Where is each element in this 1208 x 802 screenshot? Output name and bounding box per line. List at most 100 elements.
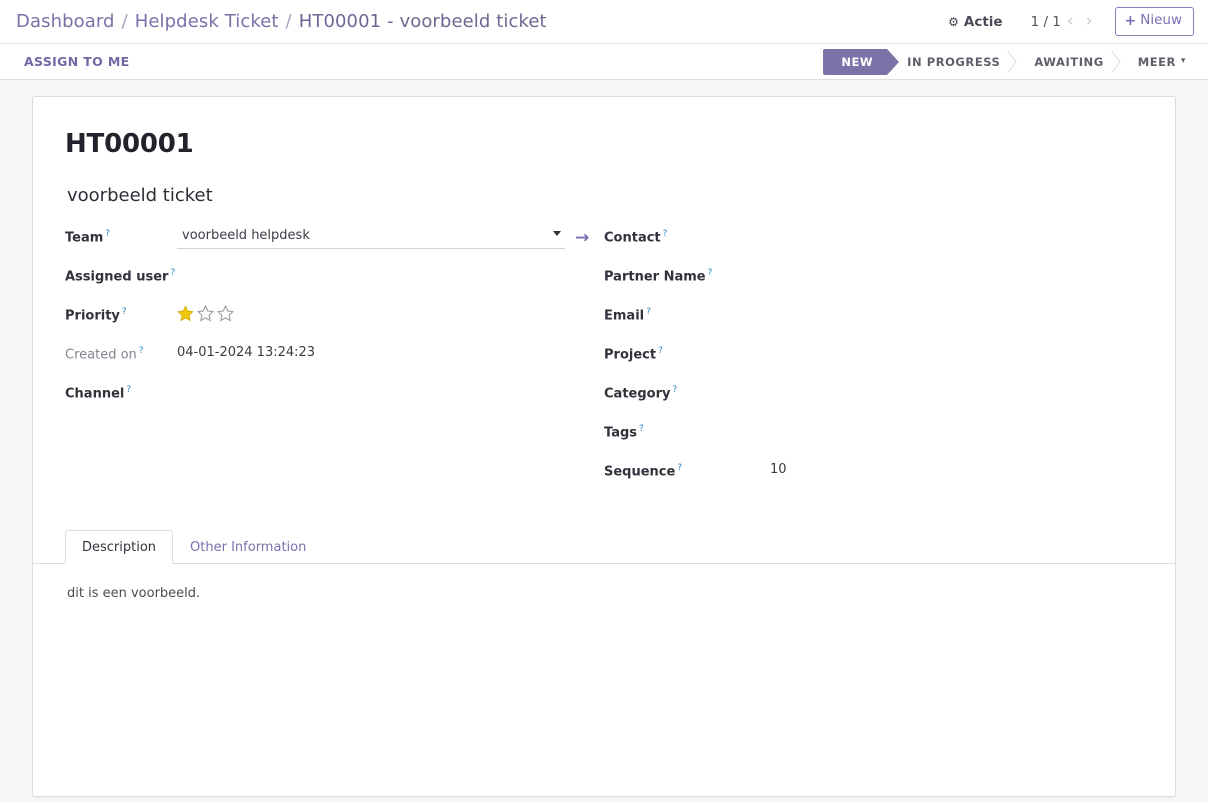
help-marker-icon[interactable]: ? (663, 229, 668, 239)
label-text: Team (65, 230, 103, 245)
control-bar: ASSIGN TO ME NEW IN PROGRESS AWAITING ME… (0, 44, 1208, 80)
field-value-assigned-user[interactable] (177, 263, 604, 285)
field-label-assigned-user: Assigned user? (65, 263, 177, 284)
priority-stars (177, 305, 604, 322)
form-column-right: Contact? Partner Name? Email? (604, 224, 1143, 497)
label-text: Channel (65, 386, 124, 401)
field-sequence: Sequence? 10 (604, 458, 1143, 497)
top-bar-controls: ⚙ Actie 1 / 1 ‹ › + Nieuw (942, 7, 1194, 36)
field-category: Category? (604, 380, 1143, 419)
breadcrumb: Dashboard / Helpdesk Ticket / HT00001 - … (16, 11, 547, 32)
help-marker-icon[interactable]: ? (105, 229, 110, 239)
field-value-team: voorbeeld helpdesk → (177, 224, 604, 249)
notebook-tabs: Description Other Information (33, 529, 1175, 564)
help-marker-icon[interactable]: ? (658, 346, 663, 356)
label-text: Contact (604, 230, 661, 245)
field-label-sequence: Sequence? (604, 458, 724, 479)
stage-awaiting[interactable]: AWAITING (1014, 49, 1117, 75)
new-record-label: Nieuw (1140, 14, 1182, 28)
field-tags: Tags? (604, 419, 1143, 458)
field-label-category: Category? (604, 380, 724, 401)
label-text: Email (604, 308, 644, 323)
field-value-project[interactable] (724, 341, 1143, 363)
field-priority: Priority? (65, 302, 604, 341)
star-empty-icon[interactable] (217, 305, 234, 322)
field-team: Team? voorbeeld helpdesk → (65, 224, 604, 263)
breadcrumb-separator: / (122, 11, 128, 32)
label-text: Created on (65, 347, 137, 362)
breadcrumb-item-current: HT00001 - voorbeeld ticket (299, 11, 547, 32)
stage-label: NEW (841, 55, 873, 69)
help-marker-icon[interactable]: ? (139, 346, 144, 356)
field-created-on: Created on? 04-01-2024 13:24:23 (65, 341, 604, 380)
help-marker-icon[interactable]: ? (170, 268, 175, 278)
field-project: Project? (604, 341, 1143, 380)
breadcrumb-item-helpdesk-ticket[interactable]: Helpdesk Ticket (135, 11, 279, 32)
field-value-channel[interactable] (177, 380, 604, 402)
help-marker-icon[interactable]: ? (639, 424, 644, 434)
breadcrumb-separator: / (286, 11, 292, 32)
field-label-team: Team? (65, 224, 177, 245)
new-record-button[interactable]: + Nieuw (1115, 7, 1195, 36)
breadcrumb-item-dashboard[interactable]: Dashboard (16, 11, 115, 32)
star-filled-icon[interactable] (177, 305, 194, 322)
help-marker-icon[interactable]: ? (672, 385, 677, 395)
tab-description[interactable]: Description (65, 530, 173, 564)
pager-next-icon[interactable]: › (1080, 13, 1099, 30)
gear-icon: ⚙ (948, 16, 959, 28)
field-assigned-user: Assigned user? (65, 263, 604, 302)
assign-to-me-button[interactable]: ASSIGN TO ME (22, 50, 132, 73)
field-value-email[interactable] (724, 302, 1143, 324)
field-label-contact: Contact? (604, 224, 724, 245)
field-contact: Contact? (604, 224, 1143, 263)
field-value-contact[interactable] (724, 224, 1143, 246)
chevron-down-icon[interactable] (553, 231, 561, 236)
chevron-down-icon: ▾ (1181, 57, 1186, 66)
help-marker-icon[interactable]: ? (122, 307, 127, 317)
help-marker-icon[interactable]: ? (646, 307, 651, 317)
help-marker-icon[interactable]: ? (708, 268, 713, 278)
plus-icon: + (1125, 14, 1137, 28)
field-value-tags[interactable] (724, 419, 1143, 441)
field-channel: Channel? (65, 380, 604, 419)
field-value-partner-name[interactable] (724, 263, 1143, 285)
label-text: Priority (65, 308, 120, 323)
help-marker-icon[interactable]: ? (126, 385, 131, 395)
field-label-email: Email? (604, 302, 724, 323)
field-label-created-on: Created on? (65, 341, 177, 362)
stage-in-progress[interactable]: IN PROGRESS (887, 49, 1014, 75)
team-input[interactable]: voorbeeld helpdesk (177, 228, 565, 249)
action-menu-label: Actie (964, 14, 1003, 30)
status-bar: NEW IN PROGRESS AWAITING MEER ▾ (823, 49, 1200, 75)
label-text: Project (604, 347, 656, 362)
field-label-project: Project? (604, 341, 724, 362)
page-title: HT00001 (65, 129, 1143, 159)
field-value-category[interactable] (724, 380, 1143, 402)
record-sheet: HT00001 voorbeeld ticket Team? voorbeeld… (32, 96, 1176, 797)
form-grid: Team? voorbeeld helpdesk → (65, 224, 1143, 497)
label-text: Sequence (604, 464, 675, 479)
description-text[interactable]: dit is een voorbeeld. (67, 586, 1141, 601)
stage-label: MEER (1138, 55, 1176, 69)
pager-previous-icon[interactable]: ‹ (1061, 13, 1080, 30)
tab-other-information[interactable]: Other Information (173, 530, 323, 564)
help-marker-icon[interactable]: ? (677, 463, 682, 473)
stage-more-dropdown[interactable]: MEER ▾ (1118, 49, 1200, 75)
pager: 1 / 1 ‹ › (1031, 13, 1099, 30)
stage-new[interactable]: NEW (823, 49, 887, 75)
field-label-channel: Channel? (65, 380, 177, 401)
internal-link-arrow-icon[interactable]: → (575, 230, 589, 247)
record-name: voorbeeld ticket (67, 185, 1143, 206)
field-value-sequence[interactable]: 10 (724, 458, 1143, 480)
star-empty-icon[interactable] (197, 305, 214, 322)
stage-label: IN PROGRESS (907, 55, 1000, 69)
many2one-widget-team: voorbeeld helpdesk → (177, 228, 604, 249)
action-menu-button[interactable]: ⚙ Actie (942, 10, 1008, 34)
form-column-left: Team? voorbeeld helpdesk → (65, 224, 604, 497)
sheet-container: HT00001 voorbeeld ticket Team? voorbeeld… (0, 80, 1208, 797)
label-text: Assigned user (65, 269, 168, 284)
pager-count: 1 / 1 (1031, 14, 1061, 30)
team-input-value: voorbeeld helpdesk (182, 228, 310, 243)
field-partner-name: Partner Name? (604, 263, 1143, 302)
field-label-priority: Priority? (65, 302, 177, 323)
